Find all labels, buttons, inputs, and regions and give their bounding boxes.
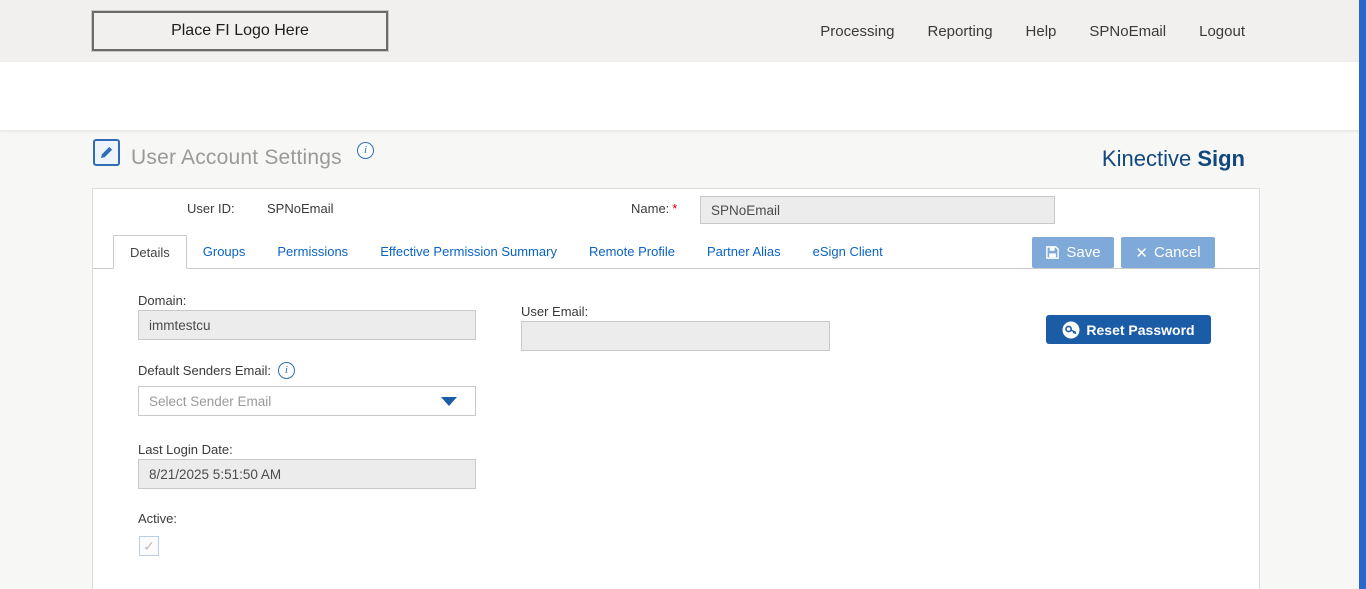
domain-input — [138, 310, 476, 340]
user-email-input — [521, 321, 830, 351]
page-title: User Account Settings — [131, 146, 342, 169]
tab-remote-profile[interactable]: Remote Profile — [573, 235, 691, 268]
fi-logo-placeholder: Place FI Logo Here — [92, 11, 388, 51]
tab-partner-alias[interactable]: Partner Alias — [691, 235, 797, 268]
tab-groups[interactable]: Groups — [187, 235, 262, 268]
default-senders-email-label-row: Default Senders Email: — [138, 362, 295, 379]
last-login-date-label: Last Login Date: — [138, 442, 233, 457]
required-marker: * — [672, 201, 678, 216]
reset-password-button[interactable]: Reset Password — [1046, 315, 1211, 344]
edit-document-icon — [93, 139, 120, 166]
nav-item-reporting[interactable]: Reporting — [928, 23, 993, 40]
domain-label: Domain: — [138, 293, 187, 308]
x-icon — [1135, 244, 1148, 262]
last-login-date-input — [138, 459, 476, 489]
user-id-label: User ID: — [187, 201, 235, 216]
info-icon[interactable] — [277, 362, 295, 379]
default-senders-email-dropdown[interactable]: Select Sender Email — [138, 386, 476, 416]
floppy-disk-icon — [1045, 245, 1060, 260]
name-label: Name: * — [631, 201, 677, 216]
page-header: User Account Settings Kinective Sign — [0, 62, 1366, 171]
user-account-card: User ID: SPNoEmail Name:* Details Groups… — [92, 188, 1260, 589]
brand-name: Kinective — [1101, 146, 1192, 171]
tab-details[interactable]: Details — [113, 235, 187, 269]
brand-product: Sign — [1197, 146, 1245, 171]
tab-esign-client[interactable]: eSign Client — [797, 235, 899, 268]
nav-item-logout[interactable]: Logout — [1199, 23, 1245, 40]
active-label: Active: — [138, 511, 178, 526]
chevron-down-icon — [441, 396, 457, 406]
user-id-value: SPNoEmail — [267, 201, 334, 216]
nav-item-processing[interactable]: Processing — [820, 23, 894, 40]
nav-item-username[interactable]: SPNoEmail — [1089, 23, 1166, 40]
cancel-button-label: Cancel — [1153, 244, 1201, 261]
info-icon[interactable] — [357, 142, 374, 159]
reset-password-label: Reset Password — [1086, 321, 1195, 338]
fi-logo-placeholder-text: Place FI Logo Here — [171, 22, 309, 39]
save-button-label: Save — [1066, 244, 1101, 261]
top-bar: Place FI Logo Here Processing Reporting … — [0, 0, 1366, 62]
tab-effective-permission-summary[interactable]: Effective Permission Summary — [364, 235, 573, 268]
tab-permissions[interactable]: Permissions — [261, 235, 364, 268]
name-label-text: Name: — [631, 201, 670, 216]
top-nav: Processing Reporting Help SPNoEmail Logo… — [820, 0, 1245, 62]
nav-item-help[interactable]: Help — [1026, 23, 1057, 40]
save-button[interactable]: Save — [1032, 237, 1114, 268]
cancel-button[interactable]: Cancel — [1121, 237, 1215, 268]
active-checkbox[interactable] — [139, 536, 159, 556]
user-email-label: User Email: — [521, 304, 589, 319]
dropdown-placeholder: Select Sender Email — [149, 393, 272, 409]
default-senders-email-label: Default Senders Email: — [138, 363, 271, 378]
scrollbar-thumb[interactable] — [1359, 0, 1366, 589]
name-input[interactable] — [700, 196, 1055, 224]
key-icon — [1062, 321, 1080, 339]
brand-logo: Kinective Sign — [1102, 146, 1245, 172]
